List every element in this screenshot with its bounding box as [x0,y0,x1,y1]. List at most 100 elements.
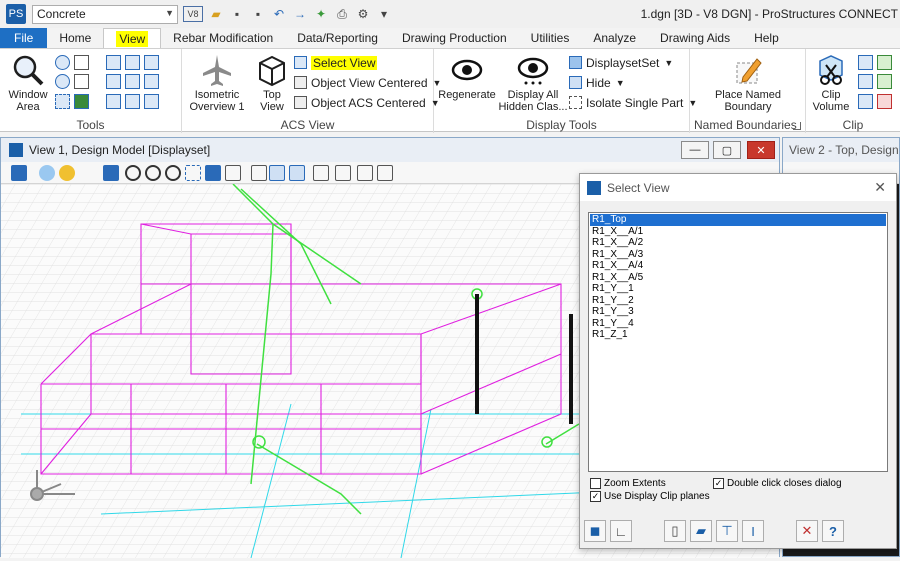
view-attributes-icon[interactable] [11,165,27,181]
print-icon[interactable]: ⎙ [334,6,350,22]
open-icon[interactable]: ▰ [208,6,224,22]
more-icon[interactable]: ▾ [376,6,392,22]
camera-icon[interactable] [357,165,373,181]
hide-button[interactable]: Hide ▼ [569,74,625,91]
fit-view-icon[interactable] [185,165,201,181]
isolate-single-part-button[interactable]: Isolate Single Part ▼ [569,94,697,111]
display-style-icon[interactable] [39,165,55,181]
delete-view-button[interactable]: ✕ [796,520,818,542]
rotate-view-icon[interactable] [106,55,121,70]
cube-left-icon[interactable] [144,74,159,89]
zoom-in-icon[interactable] [55,55,70,70]
clip-mask-icon[interactable] [877,74,892,89]
regenerate-button[interactable]: Regenerate [436,53,498,101]
list-item[interactable]: R1_X__A/3 [590,249,886,261]
displayset-set-button[interactable]: DisplaysetSet ▼ [569,54,673,71]
top-section-button[interactable]: ⊤ [716,520,738,542]
tab-drawing-aids[interactable]: Drawing Aids [648,28,742,48]
help-button[interactable]: ? [822,520,844,542]
list-item[interactable]: R1_X__A/2 [590,237,886,249]
previous-view-icon[interactable] [106,94,121,109]
list-item[interactable]: R1_Y__4 [590,318,886,330]
copy-view-icon[interactable] [144,94,159,109]
object-view-centered-button[interactable]: Object View Centered ▼ [294,74,441,91]
section-button[interactable]: I [742,520,764,542]
tab-home[interactable]: Home [47,28,103,48]
view-list[interactable]: R1_Top R1_X__A/1 R1_X__A/2 R1_X__A/3 R1_… [588,212,888,472]
clip-volume-button[interactable]: Clip Volume [808,53,854,113]
tab-file[interactable]: File [0,28,48,48]
use-display-clip-checkbox[interactable]: ✓ Use Display Clip planes [590,491,710,502]
tab-data-reporting[interactable]: Data/Reporting [285,28,390,48]
settings-icon[interactable]: ⚙ [355,6,371,22]
walk-icon[interactable] [74,74,89,89]
tab-utilities[interactable]: Utilities [519,28,582,48]
close-button[interactable]: ✕ [747,141,775,159]
lighting-icon[interactable] [59,165,75,181]
previous-view-icon[interactable] [269,165,285,181]
select-view-button[interactable]: Select View [294,54,378,71]
list-item[interactable]: R1_X__A/4 [590,260,886,272]
rotate-view-icon[interactable] [205,165,221,181]
zoom-extents-checkbox[interactable]: Zoom Extents [590,478,666,489]
clip-back-icon[interactable] [858,74,873,89]
view-attributes-icon[interactable] [74,94,89,109]
double-click-closes-checkbox[interactable]: ✓ Double click closes dialog [713,478,842,489]
list-item[interactable]: R1_Top [590,214,886,226]
fit-view-icon[interactable] [55,94,70,109]
place-named-boundary-button[interactable]: Place Named Boundary [694,53,802,113]
pan-icon[interactable] [225,165,241,181]
save-view-button[interactable]: ▰ [690,520,712,542]
minimize-button[interactable]: — [681,141,709,159]
clip-check-icon[interactable] [877,55,892,70]
list-item[interactable]: R1_Z_1 [590,329,886,341]
save-as-icon[interactable]: ▪ [250,6,266,22]
pan-icon[interactable] [74,55,89,70]
list-item[interactable]: R1_Y__3 [590,306,886,318]
pin-icon[interactable]: ✦ [313,6,329,22]
tab-rebar-modification[interactable]: Rebar Modification [161,28,285,48]
clip-copy-icon[interactable] [858,94,873,109]
save-icon[interactable]: ▪ [229,6,245,22]
maximize-button[interactable]: ▢ [713,141,741,159]
tab-analyze[interactable]: Analyze [581,28,648,48]
axis-button[interactable]: ∟ [610,520,632,542]
clip-volume-icon[interactable] [313,165,329,181]
cube-iso-icon[interactable] [106,74,121,89]
redo-icon[interactable]: → [292,6,308,22]
cube-top-icon[interactable] [125,55,140,70]
window-area-icon[interactable] [165,165,181,181]
clip-mask-icon[interactable] [335,165,351,181]
list-item[interactable]: R1_Y__1 [590,283,886,295]
cube-view-button[interactable]: ◼ [584,520,606,542]
v8-icon[interactable]: V8 [183,6,203,22]
zoom-out-icon[interactable] [55,74,70,89]
list-item[interactable]: R1_X__A/1 [590,226,886,238]
list-item[interactable]: R1_X__A/5 [590,272,886,284]
new-view-button[interactable]: ▯ [664,520,686,542]
next-view-icon[interactable] [125,94,140,109]
scissors-icon[interactable] [377,165,393,181]
brush-icon[interactable] [103,165,119,181]
tab-drawing-production[interactable]: Drawing Production [390,28,519,48]
clip-front-icon[interactable] [858,55,873,70]
list-item[interactable]: R1_Y__2 [590,295,886,307]
next-view-icon[interactable] [289,165,305,181]
object-acs-centered-button[interactable]: Object ACS Centered ▼ [294,94,440,111]
clip-delete-icon[interactable] [877,94,892,109]
tab-help[interactable]: Help [742,28,791,48]
cube-front-icon[interactable] [144,55,159,70]
cube-right-icon[interactable] [125,74,140,89]
top-view-button[interactable]: Top View [254,53,290,113]
undo-icon[interactable]: ↶ [271,6,287,22]
zoom-out-icon[interactable] [145,165,161,181]
app-icon[interactable]: PS [6,4,26,24]
walk-icon[interactable] [251,165,267,181]
dialog-launcher-icon[interactable] [793,122,801,130]
display-all-hidden-button[interactable]: Display All Hidden Clas... [498,53,568,113]
workspace-dropdown[interactable]: Concrete ▼ [32,4,178,24]
isometric-overview-button[interactable]: Isometric Overview 1 [184,53,250,113]
window-area-button[interactable]: Window Area [6,53,50,113]
zoom-in-icon[interactable] [125,165,141,181]
tab-view[interactable]: View [103,28,162,48]
